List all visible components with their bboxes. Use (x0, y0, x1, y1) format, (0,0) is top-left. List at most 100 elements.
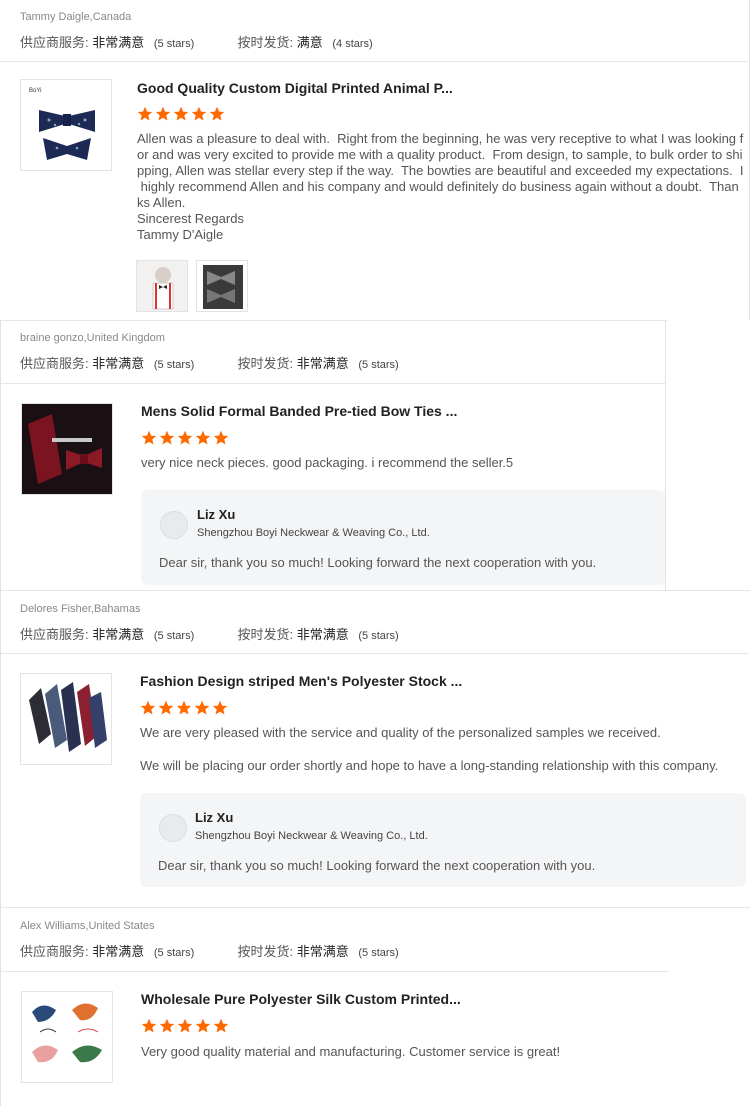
star-icon (177, 430, 193, 445)
product-thumbnail[interactable]: BoYi (20, 79, 112, 171)
comment-line: pping, Allen was stellar every step if t… (137, 163, 744, 178)
star-icon (195, 1018, 211, 1033)
reply-text: Dear sir, thank you so much! Looking for… (159, 555, 597, 570)
shipping-stars: (5 stars) (358, 947, 399, 959)
product-title[interactable]: Fashion Design striped Men's Polyester S… (140, 673, 462, 689)
star-rating (140, 700, 228, 718)
star-icon (176, 700, 192, 715)
shipping-label: 按时发货: (237, 944, 294, 959)
pre-tied-bow-tie-set-image (22, 404, 112, 494)
supplier-service-value: 非常满意 (92, 35, 145, 50)
review-comment-line: We are very pleased with the service and… (140, 725, 661, 740)
star-icon (155, 106, 171, 121)
star-rating (141, 430, 229, 448)
divider (1, 383, 665, 384)
shipping-stars: (5 stars) (358, 630, 399, 642)
review-comment: very nice neck pieces. good packaging. i… (141, 455, 514, 470)
supplier-service-stars: (5 stars) (153, 630, 195, 642)
star-icon (141, 430, 157, 445)
product-thumbnail[interactable] (20, 673, 112, 765)
star-icon (140, 700, 156, 715)
reply-author: Liz Xu (195, 810, 234, 825)
comment-line: or and was very excited to provide me wi… (137, 147, 743, 162)
reply-author: Liz Xu (197, 507, 236, 522)
review-card: Delores Fisher,Bahamas 供应商服务: 非常满意 (5 st… (0, 590, 750, 907)
bow-tie-image: BoYi (21, 80, 111, 170)
product-thumbnail[interactable] (21, 991, 113, 1083)
product-title[interactable]: Good Quality Custom Digital Printed Anim… (137, 80, 453, 96)
shipping-value: 非常满意 (296, 627, 349, 642)
rating-summary: 供应商服务: 非常满意 (5 stars) 按时发货: 满意 (4 stars) (20, 32, 373, 51)
rating-summary: 供应商服务: 非常满意 (5 stars) 按时发货: 非常满意 (5 star… (20, 353, 399, 372)
divider (1, 590, 750, 591)
star-icon (158, 700, 174, 715)
avatar (160, 511, 188, 539)
shipping-stars: (5 stars) (358, 359, 399, 371)
reply-text: Dear sir, thank you so much! Looking for… (158, 858, 596, 873)
seller-reply: Liz Xu Shengzhou Boyi Neckwear & Weaving… (140, 793, 746, 887)
review-card: Tammy Daigle,Canada 供应商服务: 非常满意 (5 stars… (0, 0, 750, 320)
svg-text:BoYi: BoYi (29, 88, 41, 94)
supplier-service-label: 供应商服务: (20, 356, 89, 371)
star-icon (213, 430, 229, 445)
star-icon (137, 106, 153, 121)
rating-summary: 供应商服务: 非常满意 (5 stars) 按时发货: 非常满意 (5 star… (20, 624, 399, 643)
star-icon (213, 1018, 229, 1033)
comment-line: ks Allen. (137, 195, 186, 210)
rating-summary: 供应商服务: 非常满意 (5 stars) 按时发货: 非常满意 (5 star… (20, 941, 399, 960)
reviewer-name: Alex Williams,United States (20, 920, 155, 932)
comment-line: Sincerest Regards (137, 211, 244, 226)
divider (1, 907, 750, 908)
reply-company: Shengzhou Boyi Neckwear & Weaving Co., L… (197, 527, 430, 539)
star-icon (159, 1018, 175, 1033)
star-icon (191, 106, 207, 121)
supplier-service-stars: (5 stars) (153, 947, 195, 959)
customer-photo-image (197, 261, 247, 311)
supplier-service-label: 供应商服务: (20, 627, 89, 642)
supplier-service-stars: (5 stars) (153, 359, 195, 371)
star-icon (141, 1018, 157, 1033)
review-comment-line: We will be placing our order shortly and… (140, 758, 719, 773)
shipping-label: 按时发货: (237, 356, 294, 371)
star-icon (159, 430, 175, 445)
shipping-stars: (4 stars) (332, 38, 373, 50)
shipping-value: 非常满意 (296, 944, 349, 959)
supplier-service-value: 非常满意 (92, 356, 145, 371)
customer-photo-image (137, 261, 187, 311)
comment-line: highly recommend Allen and his company a… (137, 179, 739, 194)
avatar (159, 814, 187, 842)
star-rating (141, 1018, 229, 1036)
supplier-service-value: 非常满意 (92, 944, 145, 959)
product-title[interactable]: Mens Solid Formal Banded Pre-tied Bow Ti… (141, 403, 457, 419)
shipping-label: 按时发货: (237, 627, 294, 642)
review-photo[interactable] (196, 260, 248, 312)
reply-company: Shengzhou Boyi Neckwear & Weaving Co., L… (195, 830, 428, 842)
divider (1, 653, 749, 654)
divider (1, 320, 667, 321)
star-icon (177, 1018, 193, 1033)
review-comment: Allen was a pleasure to deal with. Right… (137, 131, 744, 243)
star-icon (195, 430, 211, 445)
supplier-service-value: 非常满意 (92, 627, 145, 642)
product-thumbnail[interactable] (21, 403, 113, 495)
reviewer-name: braine gonzo,United Kingdom (20, 332, 165, 344)
product-title[interactable]: Wholesale Pure Polyester Silk Custom Pri… (141, 991, 461, 1007)
seller-reply: Liz Xu Shengzhou Boyi Neckwear & Weaving… (141, 490, 665, 585)
reviewer-name: Delores Fisher,Bahamas (20, 603, 141, 615)
supplier-service-label: 供应商服务: (20, 35, 89, 50)
supplier-service-label: 供应商服务: (20, 944, 89, 959)
striped-neckties-image (21, 674, 111, 764)
reviewer-name: Tammy Daigle,Canada (20, 11, 132, 23)
divider (0, 61, 748, 62)
shipping-label: 按时发货: (237, 35, 294, 50)
review-photo[interactable] (136, 260, 188, 312)
star-rating (137, 106, 225, 124)
review-card: braine gonzo,United Kingdom 供应商服务: 非常满意 … (0, 320, 667, 590)
shipping-value: 满意 (296, 35, 323, 50)
printed-silk-scarves-image (22, 992, 112, 1082)
star-icon (209, 106, 225, 121)
star-icon (194, 700, 210, 715)
shipping-value: 非常满意 (296, 356, 349, 371)
divider (1, 971, 669, 972)
comment-line: Allen was a pleasure to deal with. Right… (137, 131, 744, 146)
